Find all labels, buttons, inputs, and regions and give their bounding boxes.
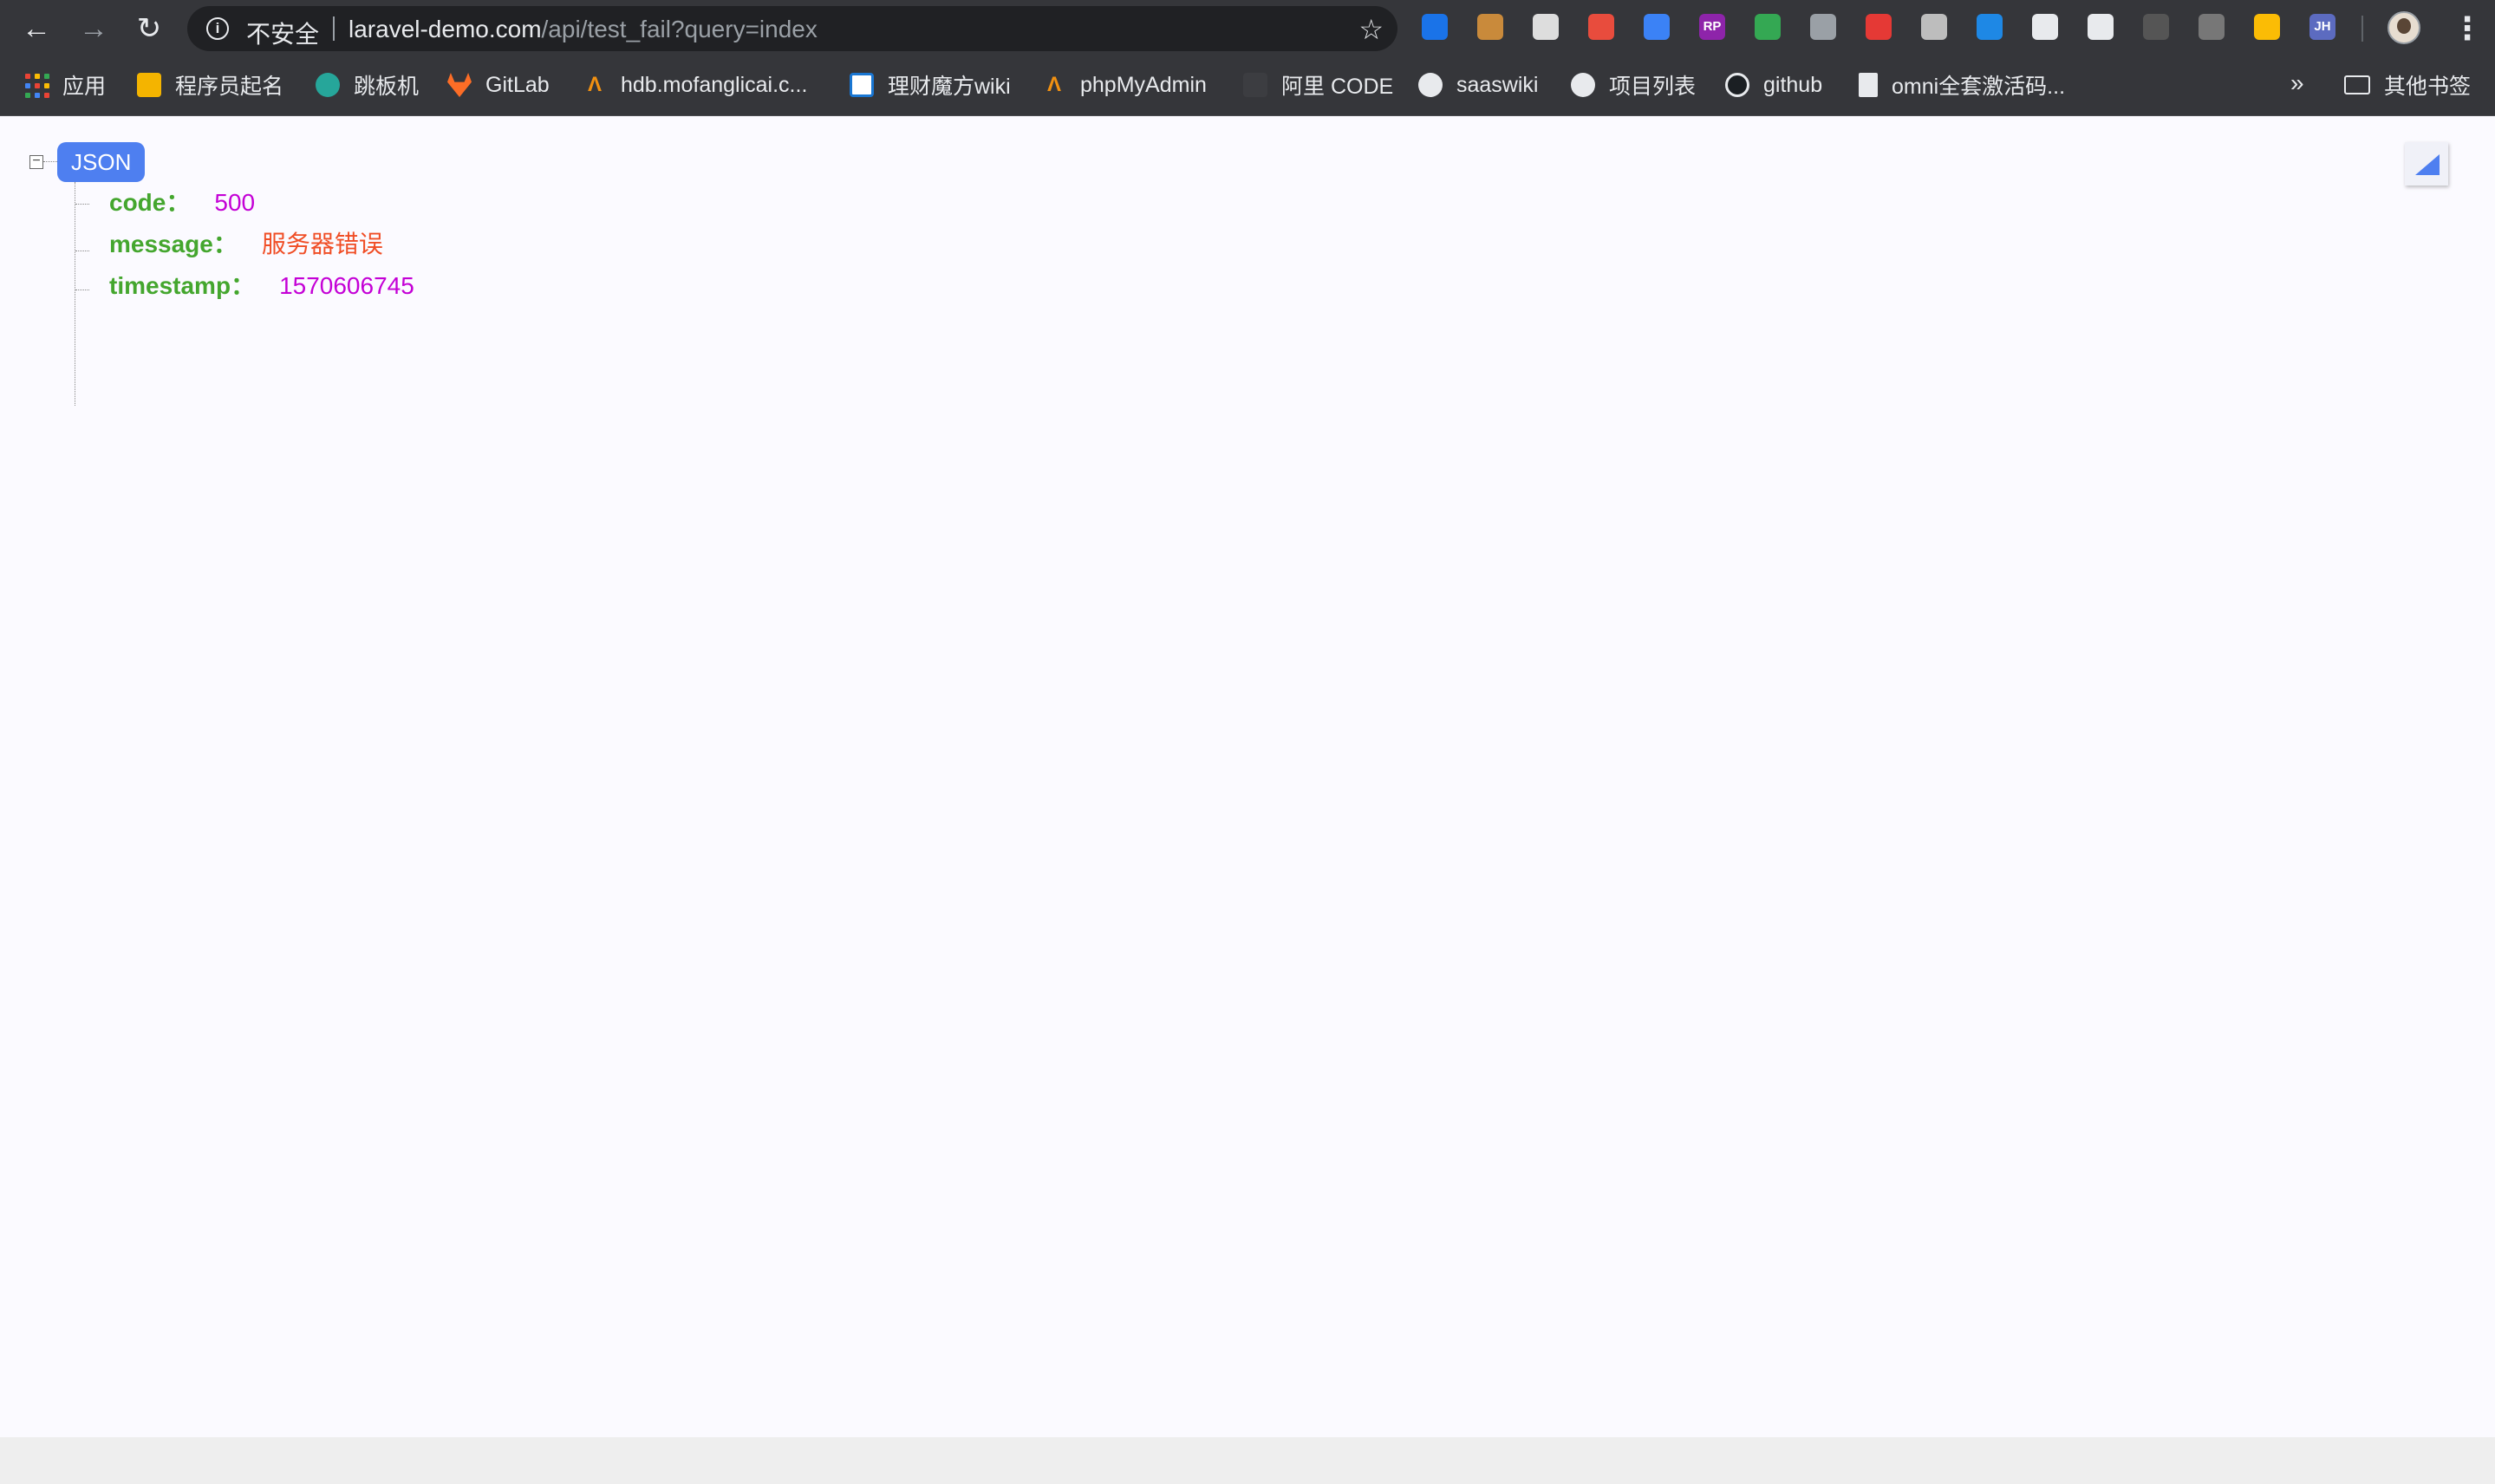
globe-icon [1571,73,1595,97]
bookmark-apps[interactable]: 应用 [24,68,106,102]
json-key: message [109,231,213,257]
bookmark-hdb[interactable]: Λ hdb.mofanglicai.c... [583,68,807,102]
gear-ext-icon[interactable] [2199,14,2225,40]
json-entry-message: message： 服务器错误 [109,229,383,260]
json-value-number: 500 [214,189,256,216]
bookmark-label: 应用 [62,75,107,99]
document-icon [1859,73,1878,97]
url-divider [333,16,335,41]
target-ext-icon[interactable] [2088,14,2114,40]
bookmarks-overflow-chevron[interactable]: » [2290,69,2304,97]
download-ext-icon[interactable] [1977,14,2003,40]
code-name-icon [137,73,161,97]
react-ext-icon[interactable] [2032,14,2058,40]
bookmark-label: 理财魔方wiki [888,75,1011,99]
bookmark-saaswiki[interactable]: saaswiki [1418,68,1538,102]
phpmyadmin-sail-icon: Λ [1046,73,1061,96]
json-colon: ： [231,272,256,299]
collapse-toggle-icon[interactable]: − [29,154,43,169]
shield-ext-icon[interactable] [1755,14,1781,40]
bullseye-ext-icon[interactable] [1422,14,1448,40]
vue-ext-icon[interactable] [1810,14,1836,40]
json-key: code [109,189,166,216]
folder-icon [2344,75,2370,94]
bookmark-star-icon[interactable]: ☆ [1358,13,1384,46]
apps-grid-icon [24,73,49,98]
other-bookmarks-folder[interactable]: 其他书签 [2344,68,2471,102]
json-value-string: 服务器错误 [261,231,383,257]
toolbar-divider [2361,16,2363,42]
more-menu-icon[interactable]: ⋮ [2452,10,2483,48]
bookmarks-bar: 应用 程序员起名 跳板机 GitLab Λ hdb.mofanglicai.c.… [0,57,2495,116]
github-icon [1725,73,1749,97]
jh-ext-icon[interactable]: JH [2309,14,2335,40]
bookmark-label: github [1763,72,1823,97]
bookmark-label: 程序员起名 [175,75,284,99]
globe-icon [1418,73,1443,97]
bookmark-jumpserver[interactable]: 跳板机 [316,68,419,102]
bottom-strip [0,1437,2495,1484]
tree-connector [43,161,57,162]
browser-toolbar: ← → ↻ i 不安全 laravel-demo.com/api/test_fa… [0,0,2495,57]
reload-icon[interactable]: ↻ [128,8,170,49]
json-viewer: − JSON code： 500 message： 服务器错误 timestamp：… [0,116,2495,1437]
bookmark-label: 阿里 CODE [1281,75,1394,99]
bookmark-omni[interactable]: omni全套激活码... [1859,68,2065,102]
json-value-number: 1570606745 [279,272,414,299]
gitlab-icon [447,73,472,97]
json-entry-code: code： 500 [109,187,255,218]
url-path: /api/test_fail?query=index [541,16,818,42]
url-text[interactable]: laravel-demo.com/api/test_fail?query=ind… [349,16,818,43]
bookmark-label: omni全套激活码... [1892,75,2066,99]
info-icon[interactable]: i [206,17,229,40]
back-arrow-icon[interactable]: ← [16,8,57,49]
camera-ext-icon[interactable] [1921,14,1947,40]
tree-connector [75,204,89,205]
pinwheel-ext-icon[interactable] [1588,14,1614,40]
forward-arrow-icon[interactable]: → [73,8,114,49]
bookmark-phpmyadmin[interactable]: Λ phpMyAdmin [1042,68,1207,102]
url-host: laravel-demo.com [349,16,542,42]
json-root-node[interactable]: JSON [57,142,146,182]
translate-red-ext-icon[interactable] [1866,14,1892,40]
bookmark-label: hdb.mofanglicai.c... [621,72,808,97]
json-key: timestamp [109,272,231,299]
bookmark-label: GitLab [485,72,550,97]
bookmark-label: 跳板机 [354,75,420,99]
bookmark-label: phpMyAdmin [1080,72,1207,97]
bookmark-code-name[interactable]: 程序员起名 [137,68,283,102]
qr-ext-icon[interactable] [2143,14,2169,40]
json-colon: ： [212,231,238,257]
confluence-icon [850,73,874,97]
security-label[interactable]: 不安全 [246,16,319,50]
bookmark-wiki[interactable]: 理财魔方wiki [850,68,1011,102]
colorful-ext-icon[interactable] [2254,14,2280,40]
bookmark-label: 项目列表 [1609,75,1697,99]
bookmark-aliyun-code[interactable]: 阿里 CODE [1243,68,1393,102]
profile-avatar[interactable] [2388,11,2420,44]
json-entry-timestamp: timestamp： 1570606745 [109,270,414,302]
phpmyadmin-sail-icon: Λ [587,73,602,96]
translate-ext-icon[interactable] [1533,14,1559,40]
bookmark-label: saaswiki [1456,72,1539,97]
rp-ext-icon[interactable]: RP [1699,14,1725,40]
jumpserver-icon [316,73,340,97]
view-toggle-corner-icon[interactable] [2405,142,2448,186]
bookmark-project-list[interactable]: 项目列表 [1571,68,1696,102]
json-colon: ： [166,189,191,216]
address-bar[interactable]: i 不安全 laravel-demo.com/api/test_fail?que… [187,6,1397,51]
bookmark-gitlab[interactable]: GitLab [447,68,550,102]
bookmark-github[interactable]: github [1725,68,1822,102]
aliyun-code-icon [1243,73,1267,97]
other-bookmarks-label: 其他书签 [2384,75,2472,99]
cookie-ext-icon[interactable] [1477,14,1503,40]
edit-ext-icon[interactable] [1644,14,1670,40]
